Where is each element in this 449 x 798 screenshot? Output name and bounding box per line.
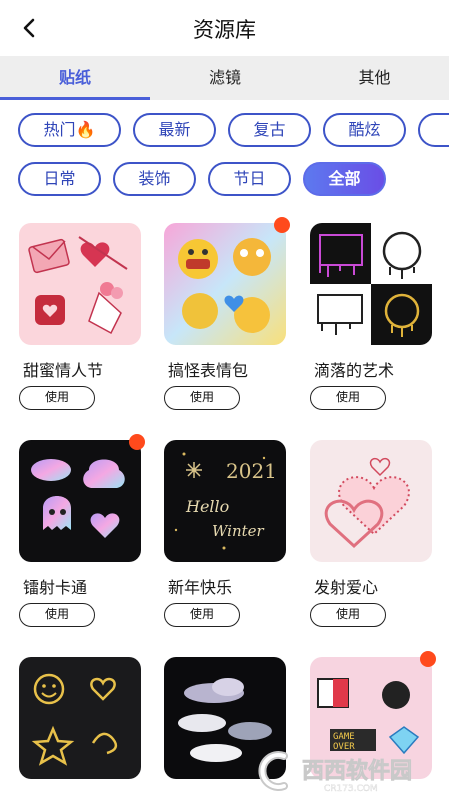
- chip-retro[interactable]: 复古: [228, 113, 311, 147]
- sticker-thumbnail-valentine[interactable]: [19, 223, 141, 345]
- hello-text: Hello: [185, 497, 229, 516]
- category-chips-row-2: 日常 装饰 节日 全部: [0, 160, 449, 200]
- sticker-thumbnail-emoji[interactable]: [164, 223, 286, 345]
- sticker-thumbnail-new-year[interactable]: 2021 Hello Winter: [164, 440, 286, 562]
- page-title: 资源库: [193, 18, 256, 42]
- sticker-thumbnail-doodle[interactable]: [19, 657, 141, 779]
- sticker-card-title: 滴落的艺术: [314, 361, 395, 380]
- chip-decor[interactable]: 装饰: [113, 162, 196, 196]
- sticker-card-title: 镭射卡通: [23, 578, 88, 597]
- use-button[interactable]: 使用: [164, 603, 240, 627]
- sticker-card-title: 发射爱心: [314, 578, 379, 597]
- sticker-card-title: 搞怪表情包: [168, 361, 249, 380]
- new-badge: [274, 217, 290, 233]
- new-badge: [129, 434, 145, 450]
- tab-others[interactable]: 其他: [300, 56, 449, 100]
- watermark-text: 西西软件园: [302, 758, 412, 784]
- tab-active-underline: [0, 97, 150, 100]
- chip-all[interactable]: 全部: [303, 162, 386, 196]
- chip-hot[interactable]: 热门🔥: [18, 113, 121, 147]
- tab-stickers[interactable]: 贴纸: [0, 56, 150, 100]
- watermark-logo-icon: 西西软件园 CR173.COM: [258, 751, 412, 794]
- new-year-number: 2021: [226, 459, 277, 483]
- use-button[interactable]: 使用: [310, 603, 386, 627]
- use-button[interactable]: 使用: [19, 386, 95, 410]
- chip-more[interactable]: [418, 113, 449, 147]
- use-button[interactable]: 使用: [164, 386, 240, 410]
- chip-holiday[interactable]: 节日: [208, 162, 291, 196]
- chip-cool[interactable]: 酷炫: [323, 113, 406, 147]
- chip-daily[interactable]: 日常: [18, 162, 101, 196]
- use-button[interactable]: 使用: [310, 386, 386, 410]
- sticker-thumbnail-laser[interactable]: [19, 440, 141, 562]
- use-button[interactable]: 使用: [19, 603, 95, 627]
- game-text: GAME: [333, 732, 355, 742]
- header-bar: 资源库: [0, 0, 449, 56]
- sticker-card-title: 新年快乐: [168, 578, 233, 597]
- category-chips-row-1: 热门🔥 最新 复古 酷炫: [0, 111, 449, 151]
- new-badge: [420, 651, 436, 667]
- sticker-thumbnail-drip[interactable]: [310, 223, 432, 345]
- watermark: 西西软件园 CR173.COM: [258, 748, 438, 794]
- tab-bar: 贴纸 滤镜 其他: [0, 56, 449, 100]
- watermark-url: CR173.COM: [324, 784, 378, 794]
- sticker-card-title: 甜蜜情人节: [23, 361, 104, 380]
- sticker-thumbnail-hearts[interactable]: [310, 440, 432, 562]
- winter-text: Winter: [212, 522, 265, 540]
- chip-latest[interactable]: 最新: [133, 113, 216, 147]
- tab-filters[interactable]: 滤镜: [150, 56, 300, 100]
